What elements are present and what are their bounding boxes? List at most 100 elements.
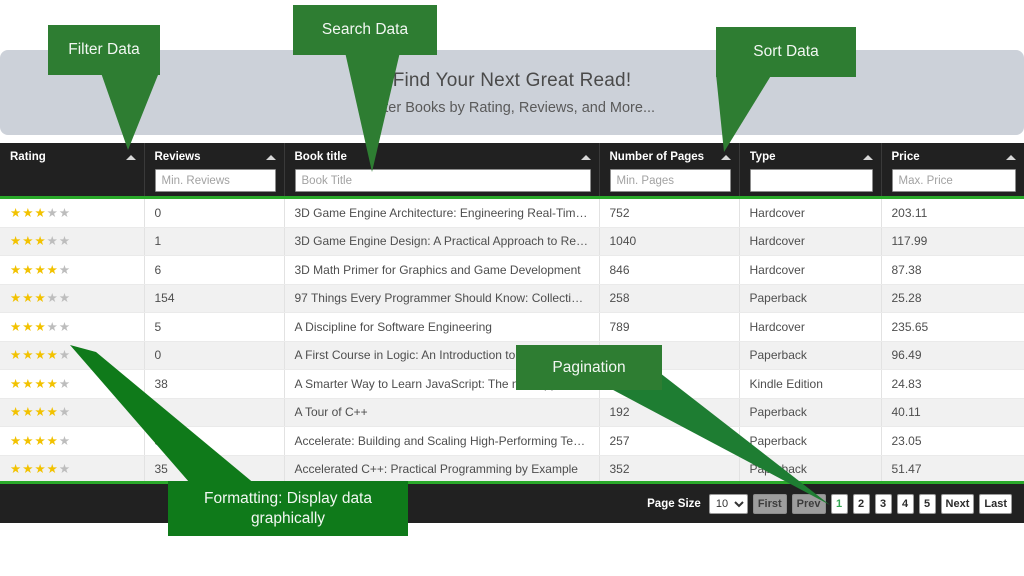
cell-pages: 257	[599, 427, 739, 456]
column-header-label: Reviews	[155, 150, 201, 164]
column-header-reviews[interactable]: Reviews	[144, 143, 284, 198]
cell-reviews: 1	[144, 227, 284, 256]
cell-price: 24.83	[881, 370, 1024, 399]
star-empty-icon: ★	[59, 462, 71, 476]
filter-input-price[interactable]	[892, 169, 1017, 192]
star-filled-icon: ★	[22, 320, 34, 334]
callout-formatting-line1: Formatting: Display data	[204, 489, 372, 509]
cell-price: 87.38	[881, 256, 1024, 285]
star-filled-icon: ★	[22, 206, 34, 220]
table-row[interactable]: ★★★★★5A Discipline for Software Engineer…	[0, 313, 1024, 342]
filter-input-pages[interactable]	[610, 169, 731, 192]
star-filled-icon: ★	[10, 320, 22, 334]
column-header-type[interactable]: Type	[739, 143, 881, 198]
cell-reviews	[144, 398, 284, 427]
page-button-1[interactable]: 1	[831, 494, 848, 514]
table-row[interactable]: ★★★★★38A Smarter Way to Learn JavaScript…	[0, 370, 1024, 399]
star-filled-icon: ★	[22, 405, 34, 419]
star-filled-icon: ★	[34, 234, 46, 248]
table-body: ★★★★★03D Game Engine Architecture: Engin…	[0, 198, 1024, 484]
star-empty-icon: ★	[59, 434, 71, 448]
table-row[interactable]: ★★★★★336Accelerate: Building and Scaling…	[0, 427, 1024, 456]
filter-input-reviews[interactable]	[155, 169, 276, 192]
star-filled-icon: ★	[47, 348, 59, 362]
star-filled-icon: ★	[22, 234, 34, 248]
page-subtitle: Filter Books by Rating, Reviews, and Mor…	[369, 100, 655, 116]
sort-ascending-icon[interactable]	[266, 155, 276, 160]
cell-rating: ★★★★★	[0, 455, 144, 484]
column-header-price[interactable]: Price	[881, 143, 1024, 198]
star-filled-icon: ★	[22, 291, 34, 305]
column-header-wrap: Type	[740, 143, 881, 192]
column-header-top: Rating	[10, 150, 136, 164]
column-header-rating[interactable]: Rating	[0, 143, 144, 198]
table-row[interactable]: ★★★★★ 13D Game Engine Design: A Practical…	[0, 227, 1024, 256]
cell-reviews: 5	[144, 313, 284, 342]
cell-reviews: 0	[144, 198, 284, 228]
cell-title: A Discipline for Software Engineering	[284, 313, 599, 342]
cell-title: Accelerated C++: Practical Programming b…	[284, 455, 599, 484]
page-size-select[interactable]: 10	[709, 494, 748, 514]
filter-input-type[interactable]	[750, 169, 873, 192]
callout-search-data: Search Data	[293, 5, 437, 55]
first-page-button[interactable]: First	[753, 494, 787, 514]
column-header-wrap: Price	[882, 143, 1024, 192]
cell-title: 3D Game Engine Design: A Practical Appro…	[284, 227, 599, 256]
star-rating: ★★★★★	[10, 292, 71, 305]
filter-input-title[interactable]	[295, 169, 591, 192]
star-filled-icon: ★	[47, 434, 59, 448]
table-row[interactable]: ★★★★★03D Game Engine Architecture: Engin…	[0, 198, 1024, 228]
star-empty-icon: ★	[59, 206, 71, 220]
sort-ascending-icon[interactable]	[721, 155, 731, 160]
sort-ascending-icon[interactable]	[126, 155, 136, 160]
page-button-4[interactable]: 4	[897, 494, 914, 514]
star-rating: ★★★★★	[10, 378, 71, 391]
sort-ascending-icon[interactable]	[1006, 155, 1016, 160]
cell-type: Paperback	[739, 398, 881, 427]
cell-type: Paperback	[739, 427, 881, 456]
last-page-button[interactable]: Last	[979, 494, 1012, 514]
column-header-top: Price	[892, 150, 1017, 164]
star-filled-icon: ★	[10, 377, 22, 391]
cell-price: 117.99	[881, 227, 1024, 256]
prev-page-button[interactable]: Prev	[792, 494, 826, 514]
star-filled-icon: ★	[47, 263, 59, 277]
cell-type: Paperback	[739, 341, 881, 370]
table-row[interactable]: ★★★★★35Accelerated C++: Practical Progra…	[0, 455, 1024, 484]
table-row[interactable]: ★★★★★63D Math Primer for Graphics and Ga…	[0, 256, 1024, 285]
table-row[interactable]: ★★★★★0A First Course in Logic: An Introd…	[0, 341, 1024, 370]
star-filled-icon: ★	[34, 405, 46, 419]
page-button-5[interactable]: 5	[919, 494, 936, 514]
star-filled-icon: ★	[34, 377, 46, 391]
cell-price: 235.65	[881, 313, 1024, 342]
cell-price: 203.11	[881, 198, 1024, 228]
column-header-label: Type	[750, 150, 776, 164]
star-rating: ★★★★★	[10, 235, 71, 248]
cell-rating: ★★★★★	[0, 370, 144, 399]
star-empty-icon: ★	[59, 234, 71, 248]
table-row[interactable]: ★★★★★15497 Things Every Programmer Shoul…	[0, 284, 1024, 313]
page-number-list: 12345	[831, 494, 936, 514]
cell-type: Paperback	[739, 284, 881, 313]
star-empty-icon: ★	[47, 206, 59, 220]
page-button-2[interactable]: 2	[853, 494, 870, 514]
cell-reviews: 0	[144, 341, 284, 370]
column-header-label: Rating	[10, 150, 46, 164]
column-header-pages[interactable]: Number of Pages	[599, 143, 739, 198]
sort-ascending-icon[interactable]	[863, 155, 873, 160]
star-filled-icon: ★	[47, 377, 59, 391]
star-filled-icon: ★	[10, 348, 22, 362]
table-row[interactable]: ★★★★★A Tour of C++192Paperback40.11	[0, 398, 1024, 427]
page-size-label: Page Size	[647, 498, 701, 510]
star-empty-icon: ★	[47, 320, 59, 334]
cell-type: Hardcover	[739, 256, 881, 285]
books-table: Rating Reviews Book titleNumber of Pages Ty…	[0, 143, 1024, 484]
star-filled-icon: ★	[10, 263, 22, 277]
next-page-button[interactable]: Next	[941, 494, 975, 514]
page-button-3[interactable]: 3	[875, 494, 892, 514]
sort-ascending-icon[interactable]	[581, 155, 591, 160]
column-header-title[interactable]: Book title	[284, 143, 599, 198]
star-empty-icon: ★	[47, 291, 59, 305]
cell-price: 23.05	[881, 427, 1024, 456]
cell-rating: ★★★★★	[0, 198, 144, 228]
